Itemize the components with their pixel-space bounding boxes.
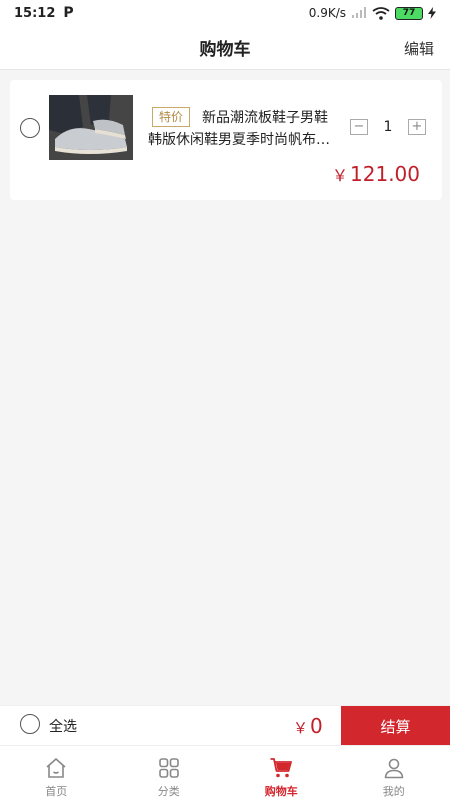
- item-price: ￥ 121.00: [332, 162, 420, 186]
- status-time: 15:12: [14, 5, 56, 21]
- grid-icon: [158, 758, 179, 778]
- page-title: 购物车: [199, 40, 251, 60]
- quantity-value: 1: [383, 119, 393, 135]
- checkout-bar: 全选 ￥ 0 结算: [0, 705, 450, 746]
- total-currency: ￥: [293, 719, 309, 737]
- total-amount: 0: [310, 714, 323, 738]
- tab-cart-label: 购物车: [264, 785, 298, 798]
- price-amount: 121.00: [350, 162, 420, 186]
- status-bar: 15:12 P 0.9K/s 77: [0, 0, 450, 26]
- total-price: ￥ 0: [293, 714, 323, 738]
- home-icon: [46, 758, 66, 778]
- battery-icon: 77: [395, 6, 423, 20]
- tab-home-label: 首页: [45, 785, 68, 798]
- charging-icon: [428, 7, 436, 19]
- decrease-button[interactable]: −: [350, 119, 368, 135]
- product-title-line2[interactable]: 韩版休闲鞋男夏季时尚帆布…: [148, 129, 330, 149]
- select-all-radio[interactable]: [20, 714, 40, 734]
- cart-icon: [270, 758, 293, 778]
- quantity-stepper: − 1 +: [350, 119, 426, 135]
- bottom-tab-bar: 首页 分类 购物车 我的: [0, 745, 450, 800]
- special-price-tag: 特价: [152, 107, 191, 127]
- item-select-radio[interactable]: [20, 118, 40, 138]
- select-all-label[interactable]: 全选: [49, 716, 77, 736]
- user-icon: [384, 758, 404, 779]
- tab-cart[interactable]: 购物车: [225, 746, 338, 800]
- price-currency: ￥: [332, 166, 349, 185]
- signal-icon: [352, 7, 366, 18]
- cart-item: 特价 新品潮流板鞋子男鞋 韩版休闲鞋男夏季时尚帆布… − 1 + ￥ 121.00: [10, 80, 442, 200]
- product-title-line1[interactable]: 新品潮流板鞋子男鞋: [202, 107, 328, 127]
- tab-mine-label: 我的: [382, 785, 405, 798]
- tab-category-label: 分类: [157, 785, 180, 798]
- page-header: 购物车 编辑: [0, 26, 450, 70]
- increase-button[interactable]: +: [408, 119, 426, 135]
- tab-mine[interactable]: 我的: [338, 746, 450, 800]
- tab-home[interactable]: 首页: [0, 746, 113, 800]
- checkout-button[interactable]: 结算: [341, 706, 450, 746]
- edit-button[interactable]: 编辑: [404, 38, 434, 59]
- wifi-icon: [372, 6, 390, 20]
- network-speed: 0.9K/s: [308, 6, 346, 20]
- product-image[interactable]: [49, 95, 133, 160]
- tab-category[interactable]: 分类: [113, 746, 226, 800]
- parking-app-icon: P: [63, 5, 74, 21]
